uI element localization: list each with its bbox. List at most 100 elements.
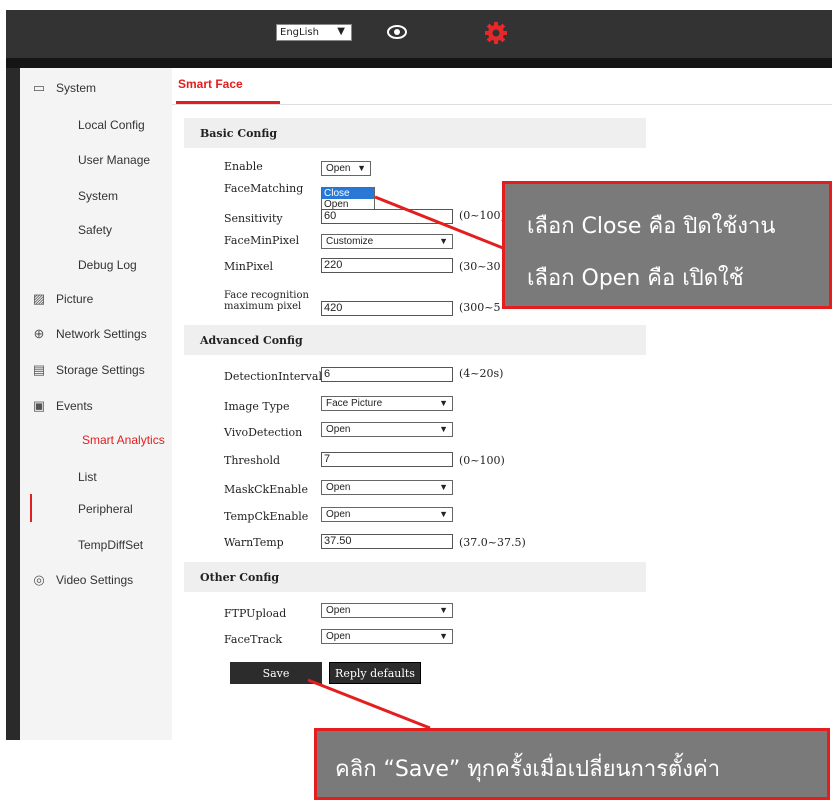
chevron-down-icon: ▼ [439,509,448,519]
sidebar-item-events[interactable]: ▣ Events [32,398,93,414]
sidebar: ▭ System Local Config User Manage System… [20,68,172,740]
facematching-label: FaceMatching [224,182,304,195]
chevron-down-icon: ▼ [337,26,345,37]
sensitivity-label: Sensitivity [224,212,283,225]
facerec-label-line2: maximum pixel [224,301,302,312]
top-bar [6,10,832,58]
sidebar-item-network-settings[interactable]: ⊕ Network Settings [32,326,147,342]
faceminpixel-label: FaceMinPixel [224,234,300,247]
sidebar-item-system[interactable]: ▭ System [32,80,97,96]
warn-label: WarnTemp [224,536,284,549]
sidebar-item-label: Video Settings [56,573,134,587]
detection-range: (4~20s) [459,367,504,380]
facetrack-value: Open [326,631,351,642]
section-basic-config: Basic Config [184,118,646,148]
callout-select-options: เลือก Close คือ ปิดใช้งาน เลือก Open คือ… [502,181,832,309]
sidebar-item-list[interactable]: List [78,470,97,484]
disk-icon: ▤ [32,362,46,377]
tab-underline [176,101,280,104]
sidebar-item-safety[interactable]: Safety [78,223,112,237]
minpixel-range: (30~30 [459,260,501,273]
chevron-down-icon: ▼ [439,236,448,246]
sidebar-item-system-sub[interactable]: System [78,189,118,203]
imagetype-value: Face Picture [326,398,383,409]
events-icon: ▣ [32,398,46,413]
sidebar-item-video-settings[interactable]: ◎ Video Settings [32,572,134,588]
faceminpixel-value: Customize [326,236,374,247]
active-indicator [30,494,32,522]
mask-label: MaskCkEnable [224,483,308,496]
facerec-range: (300~5 [459,301,501,314]
ftp-select[interactable]: Open ▼ [321,603,453,618]
threshold-input[interactable]: 7 [321,452,453,467]
vivo-label: VivoDetection [224,426,303,439]
sidebar-item-tempdiffset[interactable]: TempDiffSet [78,538,143,552]
section-advanced-config: Advanced Config [184,325,646,355]
language-value: EngLish [280,27,319,38]
sidebar-item-picture[interactable]: ▨ Picture [32,291,94,307]
facerec-label: Face recognition maximum pixel [224,290,309,312]
eye-icon[interactable] [386,24,408,40]
enable-value: Open [326,163,351,174]
minpixel-input[interactable]: 220 [321,258,453,273]
sidebar-item-label: System [56,81,97,95]
faceminpixel-select[interactable]: Customize ▼ [321,234,453,249]
chevron-down-icon: ▼ [439,482,448,492]
picture-icon: ▨ [32,291,46,306]
monitor-icon: ▭ [32,80,46,95]
sidebar-item-smart-analytics[interactable]: Smart Analytics [82,433,165,447]
facerec-input[interactable]: 420 [321,301,453,316]
temp-value: Open [326,509,351,520]
sidebar-item-storage-settings[interactable]: ▤ Storage Settings [32,362,145,378]
facetrack-label: FaceTrack [224,633,283,646]
mask-select[interactable]: Open ▼ [321,480,453,495]
sensitivity-input[interactable]: 60 [321,209,453,224]
chevron-down-icon: ▼ [439,424,448,434]
chevron-down-icon: ▼ [439,631,448,641]
chevron-down-icon: ▼ [439,398,448,408]
option-close[interactable]: Close [322,188,374,199]
header-divider [6,58,832,68]
sidebar-item-debug-log[interactable]: Debug Log [78,258,137,272]
camera-icon: ◎ [33,572,45,587]
warn-input[interactable]: 37.50 [321,534,453,549]
chevron-down-icon: ▼ [357,163,366,173]
warn-range: (37.0~37.5) [459,536,526,549]
imagetype-label: Image Type [224,400,290,413]
tab-bar: Smart Face [172,68,832,105]
tab-smart-face[interactable]: Smart Face [178,77,243,91]
detection-input[interactable]: 6 [321,367,453,382]
vivo-value: Open [326,424,351,435]
temp-select[interactable]: Open ▼ [321,507,453,522]
vivo-select[interactable]: Open ▼ [321,422,453,437]
minpixel-label: MinPixel [224,260,274,273]
imagetype-select[interactable]: Face Picture ▼ [321,396,453,411]
enable-label: Enable [224,160,263,173]
callout-line-close: เลือก Close คือ ปิดใช้งาน [527,214,776,239]
sidebar-item-local-config[interactable]: Local Config [78,118,145,132]
main-content: Smart Face Basic Config Enable Open ▼ Fa… [172,68,832,740]
chevron-down-icon: ▼ [439,605,448,615]
sidebar-item-label: Picture [56,292,94,306]
gear-icon[interactable] [484,21,508,45]
sidebar-item-user-manage[interactable]: User Manage [78,153,150,167]
temp-label: TempCkEnable [224,510,309,523]
globe-icon: ⊕ [33,326,45,341]
sensitivity-range: (0~100) [459,209,505,222]
threshold-range: (0~100) [459,454,505,467]
detection-label: DetectionInterval [224,370,322,383]
sidebar-item-label: Events [56,399,93,413]
save-button[interactable]: Save [230,662,322,684]
language-select[interactable]: EngLish ▼ [276,24,352,41]
facerec-label-line1: Face recognition [224,290,309,301]
callout-line-open: เลือก Open คือ เปิดใช้ [527,266,744,291]
facetrack-select[interactable]: Open ▼ [321,629,453,644]
enable-select[interactable]: Open ▼ [321,161,371,176]
sidebar-item-label: Storage Settings [56,363,145,377]
callout-save-text: คลิก “Save” ทุกครั้งเมื่อเปลี่ยนการตั้งค… [335,757,721,782]
reply-defaults-button[interactable]: Reply defaults [329,662,421,684]
sidebar-item-peripheral[interactable]: Peripheral [78,502,133,516]
ftp-value: Open [326,605,351,616]
ftp-label: FTPUpload [224,607,287,620]
section-other-config: Other Config [184,562,646,592]
